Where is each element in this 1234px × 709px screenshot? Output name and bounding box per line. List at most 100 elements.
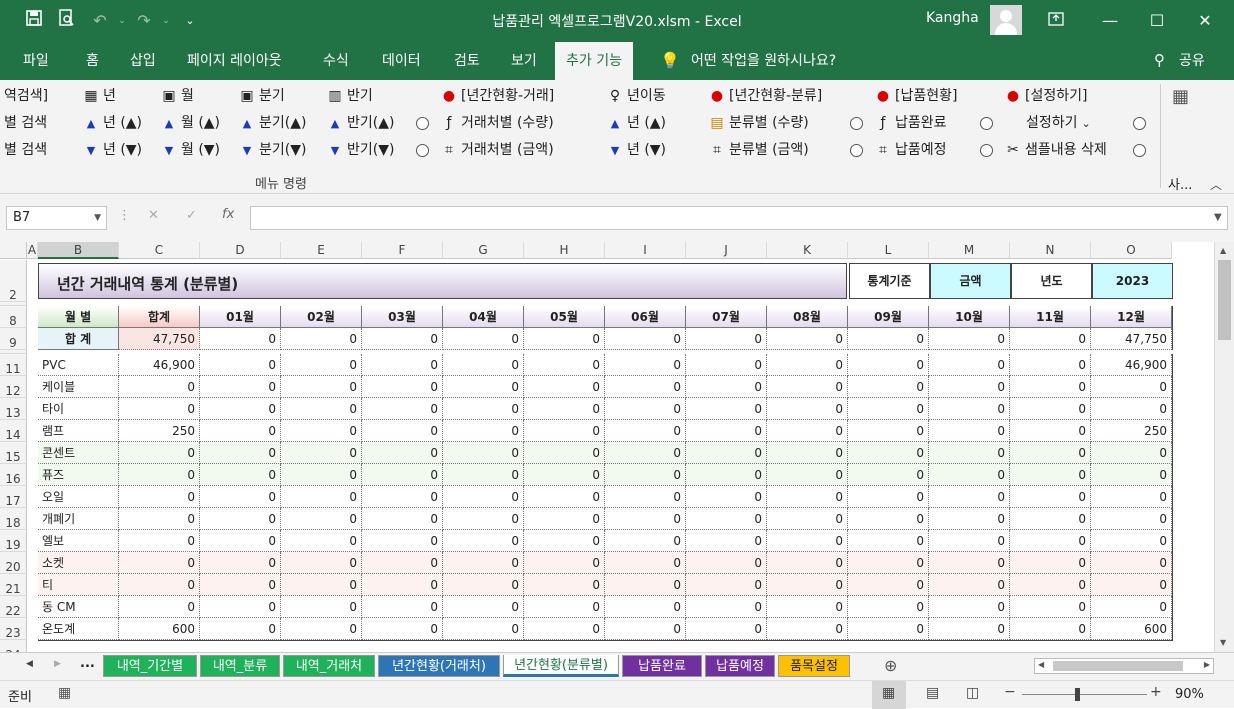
sum-cell[interactable]: 0 xyxy=(686,328,767,350)
data-cell[interactable]: 0 xyxy=(443,508,524,530)
data-cell[interactable]: 0 xyxy=(200,442,281,464)
by-partner-qty-button[interactable]: ƒ 거래처별 (수량) xyxy=(440,112,554,134)
data-cell[interactable]: 0 xyxy=(767,552,848,574)
data-cell[interactable]: 0 xyxy=(1010,618,1091,640)
by-category-qty-button[interactable]: ▤ 분류별 (수량) xyxy=(708,112,808,134)
data-cell[interactable]: 0 xyxy=(929,354,1010,376)
data-cell[interactable]: 250 xyxy=(1091,420,1172,442)
data-cell[interactable]: 0 xyxy=(686,596,767,618)
sheet-tab[interactable]: 년간현황(분류별) xyxy=(503,655,619,677)
zoom-slider[interactable] xyxy=(1022,694,1147,695)
data-cell[interactable]: 0 xyxy=(605,618,686,640)
tab-add-ins[interactable]: 추가 기능 xyxy=(555,42,633,80)
data-cell[interactable]: 0 xyxy=(1010,596,1091,618)
user-name[interactable]: Kangha xyxy=(926,10,979,26)
data-cell[interactable]: 0 xyxy=(524,420,605,442)
data-cell[interactable]: 0 xyxy=(1091,398,1172,420)
data-cell[interactable]: 0 xyxy=(443,376,524,398)
data-cell[interactable]: 0 xyxy=(605,420,686,442)
sheet-tab[interactable]: 품목설정 xyxy=(778,655,850,677)
data-cell[interactable]: 0 xyxy=(1091,376,1172,398)
data-cell[interactable]: 0 xyxy=(281,574,362,596)
data-cell[interactable]: 0 xyxy=(362,420,443,442)
data-cell[interactable]: 0 xyxy=(848,486,929,508)
row-header[interactable]: 16 xyxy=(0,464,27,486)
tab-page-layout[interactable]: 페이지 레이아웃 xyxy=(176,42,293,80)
row-header[interactable]: 24 xyxy=(0,640,27,652)
settings-dropdown[interactable]: 설정하기 ⌄ xyxy=(1026,112,1091,134)
year-move-down-button[interactable]: ▼ 년 (▼) xyxy=(606,139,666,161)
data-cell[interactable]: 0 xyxy=(929,618,1010,640)
year-up-button[interactable]: ▲ 년 (▲) xyxy=(82,112,142,134)
sum-cell[interactable]: 47,750 xyxy=(119,328,200,350)
scrollbar-thumb[interactable] xyxy=(1218,260,1231,340)
quarter-header-button[interactable]: ▣ 분기 xyxy=(238,85,284,107)
by-partner-amt-button[interactable]: ⌗ 거래처별 (금액) xyxy=(440,139,554,161)
macro-record-icon[interactable]: ▦ xyxy=(58,685,71,701)
data-cell[interactable]: 0 xyxy=(443,552,524,574)
horizontal-scrollbar[interactable]: ◀ ▶ xyxy=(1034,658,1214,674)
row-header[interactable]: 23 xyxy=(0,618,27,640)
row-header[interactable]: 15 xyxy=(0,442,27,464)
data-cell[interactable]: 0 xyxy=(1091,464,1172,486)
tab-view[interactable]: 보기 xyxy=(500,42,548,80)
data-cell[interactable]: 0 xyxy=(605,442,686,464)
scroll-up-icon[interactable]: ▲ xyxy=(1220,246,1226,255)
data-cell[interactable]: 0 xyxy=(119,486,200,508)
scroll-right-icon[interactable]: ▶ xyxy=(1204,660,1210,669)
row-header[interactable]: 2 xyxy=(0,260,27,302)
expand-formula-icon[interactable]: ▼ xyxy=(1214,212,1222,223)
name-box[interactable]: B7 ▼ xyxy=(6,206,107,230)
delivery-done-button[interactable]: ƒ 납품완료 xyxy=(874,112,947,134)
criteria-value-cell[interactable]: 금액 xyxy=(930,263,1011,299)
year-down-button[interactable]: ▼ 년 (▼) xyxy=(82,139,142,161)
minimize-icon[interactable]: — xyxy=(1095,6,1125,36)
data-cell[interactable]: 0 xyxy=(281,596,362,618)
data-cell[interactable]: 0 xyxy=(767,420,848,442)
data-cell[interactable]: 0 xyxy=(929,574,1010,596)
data-cell[interactable]: 0 xyxy=(524,552,605,574)
data-cell[interactable]: 0 xyxy=(686,618,767,640)
data-cell[interactable]: 0 xyxy=(848,464,929,486)
sum-cell[interactable]: 0 xyxy=(443,328,524,350)
data-cell[interactable]: 0 xyxy=(1091,442,1172,464)
data-cell[interactable]: 0 xyxy=(929,596,1010,618)
row-header[interactable]: 13 xyxy=(0,398,27,420)
data-cell[interactable]: 0 xyxy=(281,398,362,420)
data-cell[interactable]: 0 xyxy=(1010,508,1091,530)
data-cell[interactable]: 0 xyxy=(200,486,281,508)
quarter-down-button[interactable]: ▼ 분기(▼) xyxy=(238,139,307,161)
data-cell[interactable]: 0 xyxy=(362,552,443,574)
data-cell[interactable]: 0 xyxy=(767,618,848,640)
data-cell[interactable]: 0 xyxy=(605,398,686,420)
data-cell[interactable]: 0 xyxy=(1091,486,1172,508)
data-cell[interactable]: 0 xyxy=(767,508,848,530)
data-cell[interactable]: 0 xyxy=(524,618,605,640)
data-cell[interactable]: 0 xyxy=(119,596,200,618)
sheet-tab[interactable]: 년간현황(거래처) xyxy=(378,655,500,677)
row-header[interactable]: 18 xyxy=(0,508,27,530)
tell-me-search[interactable]: 어떤 작업을 원하시나요? xyxy=(680,42,847,80)
option-radio[interactable] xyxy=(1133,144,1146,157)
data-cell[interactable]: 0 xyxy=(686,508,767,530)
new-sheet-icon[interactable]: ⊕ xyxy=(884,656,897,675)
data-cell[interactable]: 0 xyxy=(605,574,686,596)
ribbon-search-item-2[interactable]: 별 검색 xyxy=(4,139,47,161)
row-header[interactable]: 12 xyxy=(0,376,27,398)
enter-icon[interactable]: ✓ xyxy=(186,208,197,223)
data-cell[interactable]: 0 xyxy=(443,354,524,376)
row-header[interactable]: 20 xyxy=(0,552,27,574)
option-radio[interactable] xyxy=(850,144,863,157)
data-cell[interactable]: 0 xyxy=(929,464,1010,486)
data-cell[interactable]: 0 xyxy=(848,574,929,596)
data-cell[interactable]: 0 xyxy=(686,486,767,508)
data-cell[interactable]: 0 xyxy=(929,508,1010,530)
data-cell[interactable]: 0 xyxy=(767,464,848,486)
data-cell[interactable]: 0 xyxy=(443,618,524,640)
column-header-m[interactable]: M xyxy=(929,242,1010,259)
data-cell[interactable]: 0 xyxy=(848,376,929,398)
data-cell[interactable]: 0 xyxy=(1010,376,1091,398)
data-cell[interactable]: 0 xyxy=(281,486,362,508)
row-header[interactable]: 21 xyxy=(0,574,27,596)
month-header-button[interactable]: ▣ 월 xyxy=(160,85,194,107)
